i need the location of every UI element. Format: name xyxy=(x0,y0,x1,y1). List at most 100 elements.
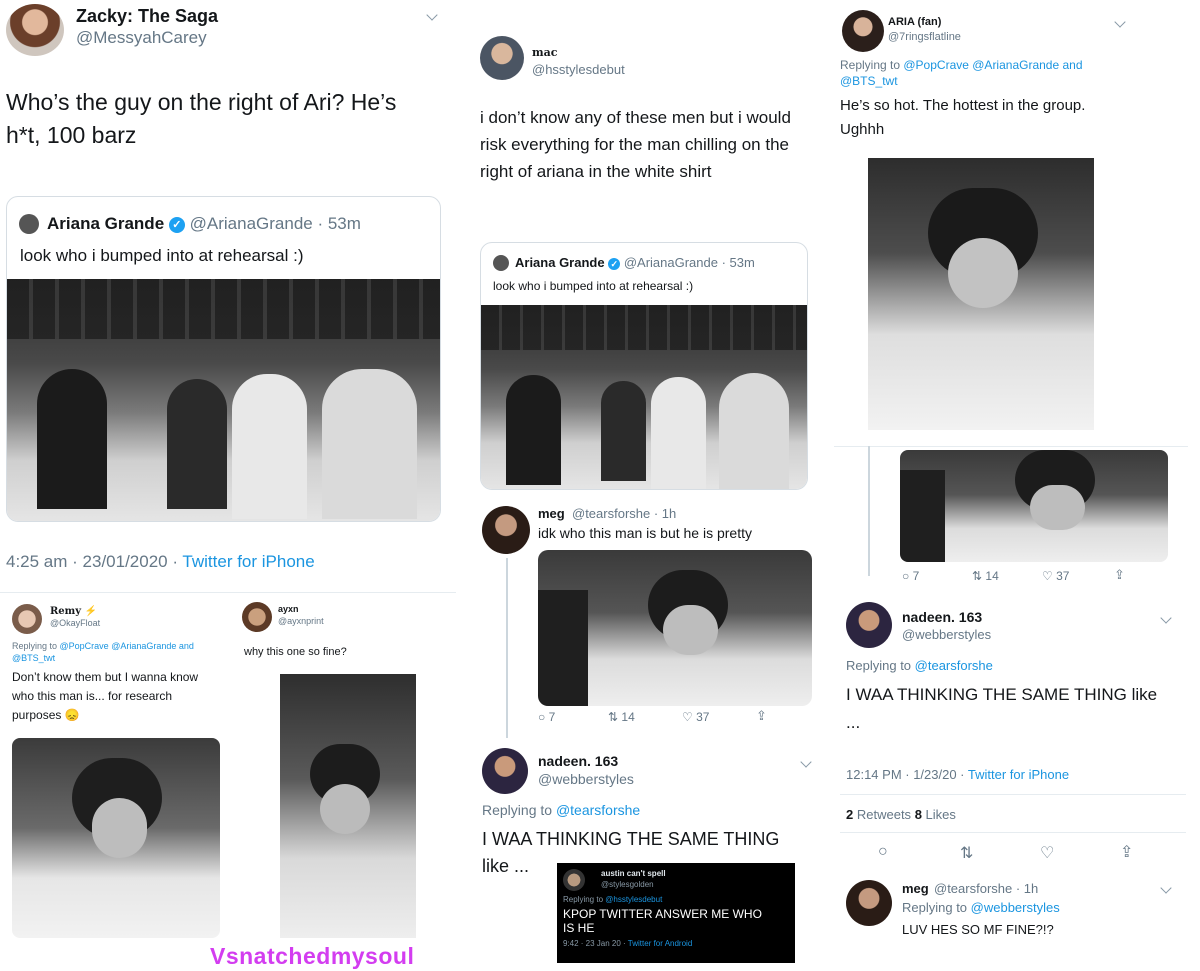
quote-header: Ariana Grande ✓ @ArianaGrande · 53m xyxy=(47,214,361,234)
quote-text: look who i bumped into at rehearsal :) xyxy=(493,279,694,293)
photo[interactable] xyxy=(538,550,812,706)
share-icon[interactable]: ⇪ xyxy=(756,708,767,724)
tweet-aria: ARIA (fan) @7ringsflatline Replying to @… xyxy=(834,6,1188,598)
reply-count: 7 xyxy=(912,569,920,583)
reply-context: Replying to @webberstyles xyxy=(902,900,1060,915)
username[interactable]: @stylesgolden xyxy=(601,880,654,889)
reply-to-link[interactable]: @hsstylesdebut xyxy=(605,895,662,904)
photo[interactable] xyxy=(12,738,220,938)
avatar[interactable] xyxy=(482,748,528,794)
quote-display-name: Ariana Grande xyxy=(47,214,165,233)
reply-to-link[interactable]: @webberstyles xyxy=(971,900,1060,915)
verified-icon: ✓ xyxy=(608,257,621,270)
tweet-text: I WAA THINKING THE SAME THING like ... xyxy=(846,685,1158,732)
client-link[interactable]: Twitter for Android xyxy=(628,939,692,948)
username[interactable]: @tearsforshe · 1h xyxy=(572,506,676,521)
display-name[interactable]: ayxn xyxy=(278,604,299,614)
divider xyxy=(840,794,1186,795)
avatar[interactable] xyxy=(242,602,272,632)
client-link[interactable]: Twitter for iPhone xyxy=(182,552,314,571)
reply-prefix: Replying to xyxy=(563,895,606,904)
quoted-tweet[interactable]: Ariana Grande ✓ @ArianaGrande · 53m look… xyxy=(480,242,808,490)
retweets-link[interactable]: Retweets xyxy=(857,807,911,822)
divider xyxy=(840,832,1186,833)
username[interactable]: @7ringsflatline xyxy=(888,31,961,43)
reply-to-link[interactable]: @tearsforshe xyxy=(915,658,993,673)
share-icon[interactable]: ⇪ xyxy=(1120,842,1133,862)
chevron-down-icon[interactable] xyxy=(426,9,438,21)
group-photo[interactable] xyxy=(481,305,807,489)
username[interactable]: @webberstyles xyxy=(538,771,634,787)
display-name[interactable]: meg xyxy=(538,506,565,521)
like-count: 37 xyxy=(1056,569,1070,583)
reply-context: Replying to @tearsforshe xyxy=(846,658,993,673)
username[interactable]: @OkayFloat xyxy=(50,618,100,628)
tweet-mac: mac @hsstylesdebut i don’t know any of t… xyxy=(472,30,812,490)
display-name[interactable]: nadeen. 163 xyxy=(902,609,982,625)
share-icon[interactable]: ⇪ xyxy=(1114,567,1125,583)
quote-header: Ariana Grande ✓ @ArianaGrande · 53m xyxy=(515,255,755,270)
retweet-count: 14 xyxy=(985,569,999,583)
reply-prefix: Replying to xyxy=(12,641,60,651)
tweet-text: Who’s the guy on the right of Ari? He’s … xyxy=(6,89,397,148)
tweet-text: why this one so fine? xyxy=(244,646,347,658)
avatar[interactable] xyxy=(6,4,64,56)
photo[interactable] xyxy=(868,158,1094,430)
username[interactable]: @MessyahCarey xyxy=(76,28,207,48)
quoted-tweet[interactable]: Ariana Grande ✓ @ArianaGrande · 53m look… xyxy=(6,196,441,522)
retweet-action[interactable]: ⇅ 14 xyxy=(608,710,635,724)
chevron-down-icon[interactable] xyxy=(800,756,812,768)
reply-to-link[interactable]: @tearsforshe xyxy=(556,802,640,818)
avatar[interactable] xyxy=(563,869,585,891)
avatar[interactable] xyxy=(846,880,892,926)
tweet-austin: austin can't spell @stylesgolden Replyin… xyxy=(557,863,795,963)
username[interactable]: @webberstyles xyxy=(902,627,991,642)
reply-action[interactable]: ○ 7 xyxy=(538,710,555,724)
username[interactable]: @hsstylesdebut xyxy=(532,62,625,77)
quote-time: · 53m xyxy=(721,255,755,270)
photo[interactable] xyxy=(900,450,1168,562)
retweet-icon[interactable]: ⇅ xyxy=(960,843,973,863)
chevron-down-icon[interactable] xyxy=(1160,612,1172,624)
divider xyxy=(834,446,1188,447)
like-count: 8 xyxy=(914,807,922,822)
avatar[interactable] xyxy=(12,604,42,634)
reply-count: 7 xyxy=(548,710,556,724)
display-name[interactable]: ARIA (fan) xyxy=(888,16,941,28)
client-link[interactable]: Twitter for iPhone xyxy=(968,767,1069,782)
retweet-action[interactable]: ⇅ 14 xyxy=(972,569,999,583)
avatar[interactable] xyxy=(480,36,524,80)
group-photo[interactable] xyxy=(7,279,440,521)
display-name[interactable]: nadeen. 163 xyxy=(538,753,618,769)
display-name[interactable]: mac xyxy=(532,46,557,59)
display-name[interactable]: austin can't spell xyxy=(601,869,666,878)
tweet-nadeen-2: nadeen. 163 @webberstyles Replying to @t… xyxy=(840,600,1186,872)
timestamp-row: 4:25 am · 23/01/2020 · Twitter for iPhon… xyxy=(6,552,315,572)
display-name[interactable]: meg xyxy=(902,881,929,896)
display-name[interactable]: Remy ⚡ xyxy=(50,606,97,617)
chevron-down-icon[interactable] xyxy=(1160,882,1172,894)
likes-link[interactable]: Likes xyxy=(926,807,956,822)
photo[interactable] xyxy=(280,674,416,938)
username[interactable]: @ayxnprint xyxy=(278,616,324,626)
avatar[interactable] xyxy=(846,602,892,648)
timestamp: 12:14 PM · 1/23/20 · xyxy=(846,767,968,782)
reply-context: Replying to @PopCrave @ArianaGrande and … xyxy=(12,640,212,664)
reply-action[interactable]: ○ 7 xyxy=(902,569,919,583)
reply-context: Replying to @tearsforshe xyxy=(482,802,640,818)
avatar[interactable] xyxy=(482,506,530,554)
tweet-text: LUV HES SO MF FINE?!? xyxy=(902,922,1054,937)
chevron-down-icon[interactable] xyxy=(1114,16,1126,28)
avatar[interactable] xyxy=(842,10,884,52)
like-action[interactable]: ♡ 37 xyxy=(682,710,709,724)
reply-icon[interactable]: ○ xyxy=(878,843,888,861)
tweet-text: Don’t know them but I wanna know who thi… xyxy=(12,670,199,722)
quote-text: look who i bumped into at rehearsal :) xyxy=(20,246,304,265)
username[interactable]: @tearsforshe · 1h xyxy=(934,881,1038,896)
display-name[interactable]: Zacky: The Saga xyxy=(76,6,218,27)
like-action[interactable]: ♡ 37 xyxy=(1042,569,1069,583)
tweet-text: i don’t know any of these men but i woul… xyxy=(480,108,791,181)
tweet-text: He’s so hot. The hottest in the group. U… xyxy=(840,97,1086,138)
like-icon[interactable]: ♡ xyxy=(1040,843,1054,863)
quote-username: @ArianaGrande xyxy=(623,255,718,270)
